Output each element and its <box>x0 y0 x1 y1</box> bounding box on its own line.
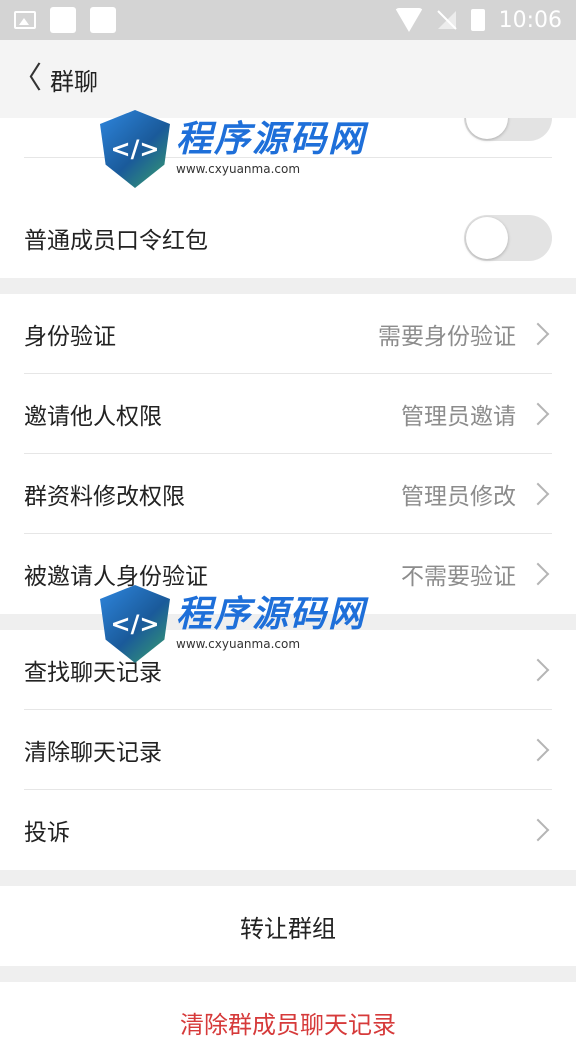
status-time: 10:06 <box>498 7 562 33</box>
watermark-url: www.cxyuanma.com <box>176 637 301 651</box>
row-complaint[interactable]: 投诉 <box>24 790 552 870</box>
chevron-right-icon <box>526 562 550 586</box>
no-signal-icon <box>436 10 457 30</box>
setting-value: 需要身份验证 <box>378 323 516 350</box>
wifi-icon <box>394 8 423 32</box>
row-label: 清除聊天记录 <box>24 739 162 766</box>
password-redpacket-toggle[interactable] <box>464 215 552 261</box>
setting-value: 管理员邀请 <box>401 403 516 430</box>
page-title: 群聊 <box>50 67 98 96</box>
setting-label: 邀请他人权限 <box>24 403 162 430</box>
chevron-right-icon <box>526 658 550 681</box>
app-notification-icon <box>50 7 76 33</box>
permission-settings-group: 身份验证 需要身份验证 邀请他人权限 管理员邀请 群资料修改权限 管理员修改 被… <box>0 294 576 614</box>
code-shield-icon: </> <box>100 110 170 188</box>
setting-row-identity-verification[interactable]: 身份验证 需要身份验证 <box>24 294 552 374</box>
watermark-url: www.cxyuanma.com <box>176 162 301 176</box>
setting-label: 身份验证 <box>24 323 116 350</box>
toggle-row-password-redpacket[interactable]: 普通成员口令红包 <box>24 198 552 278</box>
image-notification-icon <box>14 11 36 29</box>
watermark-logo-2: </> 程序源码网 www.cxyuanma.com <box>100 585 366 663</box>
partial-toggle-switch[interactable] <box>464 118 552 141</box>
chevron-right-icon <box>526 818 550 842</box>
chevron-right-icon <box>526 482 550 505</box>
back-icon[interactable]: 〈 <box>12 64 42 94</box>
battery-charging-icon <box>470 9 485 31</box>
clear-member-records-button[interactable]: 清除群成员聊天记录 <box>0 982 576 1062</box>
app-notification-icon-2 <box>90 7 116 33</box>
watermark-logo: </> 程序源码网 www.cxyuanma.com <box>100 110 366 188</box>
setting-value: 管理员修改 <box>401 483 516 510</box>
watermark-title: 程序源码网 <box>176 119 367 160</box>
toggle-knob <box>466 217 508 259</box>
transfer-group-button[interactable]: 转让群组 <box>0 886 576 966</box>
status-bar: 10:06 <box>0 0 576 40</box>
chevron-right-icon <box>526 322 550 345</box>
row-clear-chat-records[interactable]: 清除聊天记录 <box>24 710 552 790</box>
chevron-right-icon <box>526 402 550 425</box>
chevron-right-icon <box>526 738 550 761</box>
setting-row-edit-permission[interactable]: 群资料修改权限 管理员修改 <box>24 454 552 534</box>
setting-value: 不需要验证 <box>401 564 516 590</box>
row-label: 投诉 <box>24 820 70 846</box>
toggle-knob <box>466 118 508 139</box>
setting-row-invite-permission[interactable]: 邀请他人权限 管理员邀请 <box>24 374 552 454</box>
code-shield-icon: </> <box>100 585 170 663</box>
top-navigation-bar: 〈 群聊 <box>0 40 576 118</box>
setting-label: 群资料修改权限 <box>24 483 185 510</box>
chat-record-group: 查找聊天记录 清除聊天记录 投诉 <box>0 630 576 870</box>
watermark-title: 程序源码网 <box>176 594 367 635</box>
toggle-label: 普通成员口令红包 <box>24 228 208 254</box>
toggle-group: 普通成员口令红包 <box>0 198 576 278</box>
